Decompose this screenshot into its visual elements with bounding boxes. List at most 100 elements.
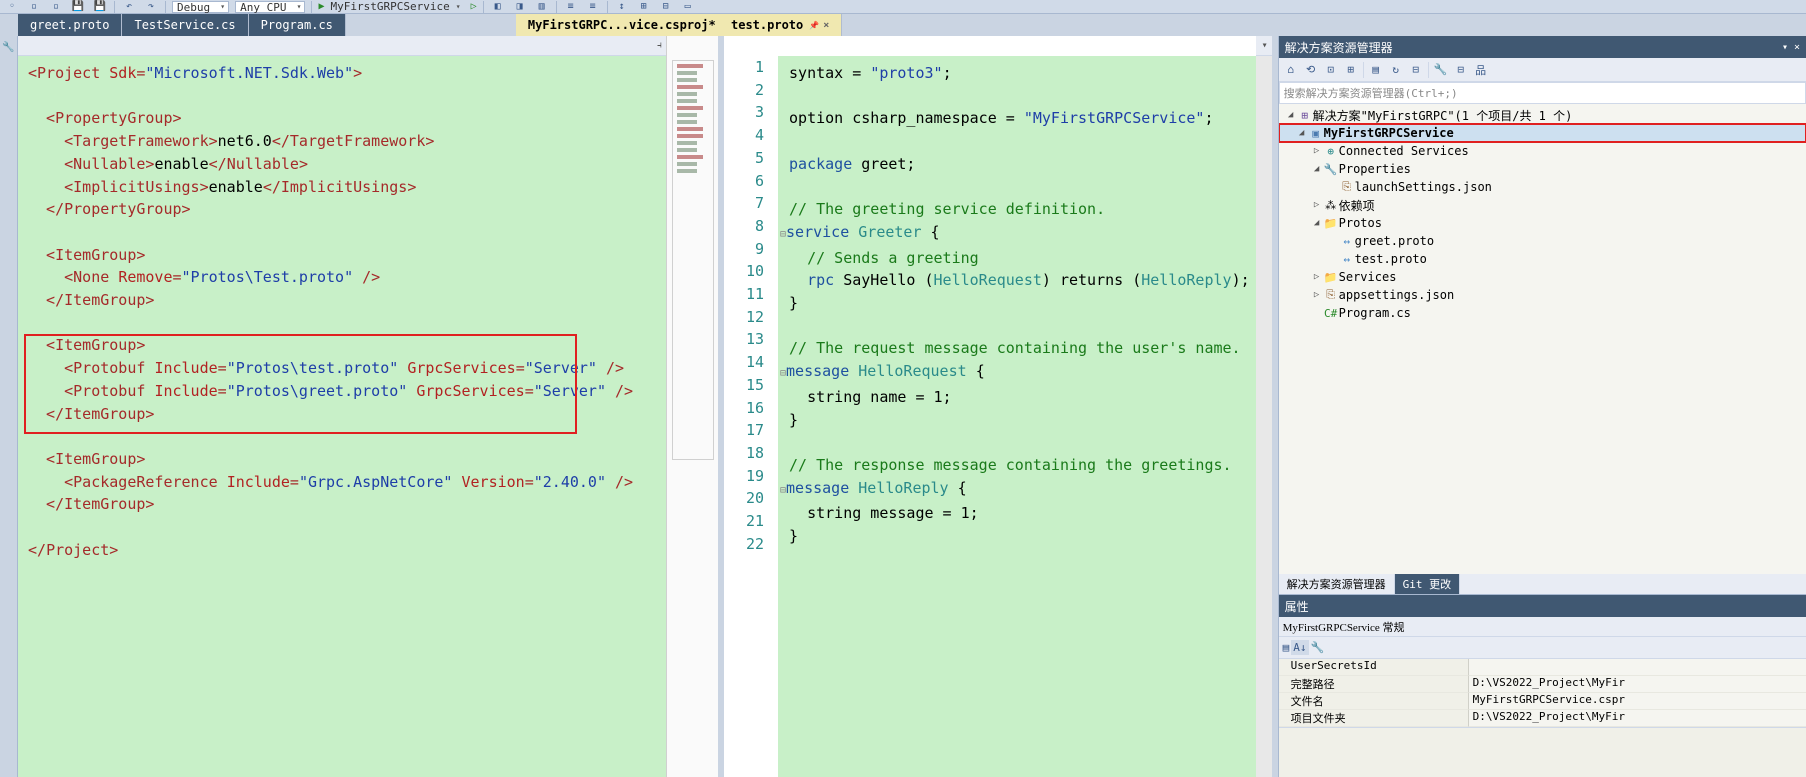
tree-launchsettings[interactable]: ⎘launchSettings.json [1279,178,1806,196]
tab-label: TestService.cs [134,18,235,32]
run-no-debug-icon[interactable]: ▷ [471,1,477,12]
tb-icon-4[interactable]: ▤ [1368,63,1384,76]
tab-git-changes[interactable]: Git 更改 [1395,574,1461,594]
tree-label: Services [1339,270,1397,284]
tree-label: 解决方案"MyFirstGRPC"(1 个项目/共 1 个) [1313,107,1573,124]
tree-label: launchSettings.json [1355,180,1492,194]
startup-project[interactable]: MyFirstGRPCService [331,0,450,13]
overflow-icon[interactable]: ▾ [1262,40,1268,51]
config-dropdown[interactable]: Debug [172,1,229,13]
tb-misc-7[interactable]: ⊞ [636,0,652,14]
solution-toolbar: ⌂ ⟲ ⊡ ⊞ ▤ ↻ ⊟ 🔧 ⊟ 品 [1279,58,1806,82]
tb-misc-9[interactable]: ▭ [680,0,696,14]
tb-misc-1[interactable]: ◧ [490,0,506,14]
platform-dropdown[interactable]: Any CPU [235,1,305,13]
scrollbar-vertical[interactable] [1256,36,1272,777]
save-all-icon[interactable]: 💾 [92,0,108,14]
editor-csproj: ⫞ <Project Sdk="Microsoft.NET.Sdk.Web"> … [18,36,718,777]
properties-description [1279,727,1806,777]
tree-label: appsettings.json [1339,288,1455,302]
undo-icon[interactable]: ↶ [121,0,137,14]
panel-title: 解决方案资源管理器 [1285,39,1393,56]
tree-label: Program.cs [1339,306,1411,320]
categorize-icon[interactable]: ▤ [1283,641,1290,654]
tb-icon-2[interactable]: ⊡ [1323,63,1339,76]
alpha-icon[interactable]: A↓ [1291,640,1308,655]
minimap[interactable] [666,36,718,777]
tree-solution[interactable]: ◢⊞解决方案"MyFirstGRPC"(1 个项目/共 1 个) [1279,106,1806,124]
minimap-inner [672,60,714,460]
wrench-icon[interactable]: 🔧 [1311,641,1325,654]
tree-label: greet.proto [1355,234,1434,248]
collapse-icon[interactable]: ⊟ [1453,63,1469,76]
properties-title: 属性 [1279,595,1806,617]
tree-label: MyFirstGRPCService [1324,126,1454,140]
tb-misc-5[interactable]: ≡ [585,0,601,14]
close-icon[interactable]: × [823,20,829,31]
tree-test-proto[interactable]: ↔test.proto [1279,250,1806,268]
redo-icon[interactable]: ↷ [143,0,159,14]
tree-connected[interactable]: ▷⊕Connected Services [1279,142,1806,160]
tb-misc-2[interactable]: ◨ [512,0,528,14]
tb-icon-3[interactable]: ⊞ [1343,63,1359,76]
open-icon[interactable]: ▫ [48,0,64,14]
refresh-icon[interactable]: ↻ [1388,63,1404,76]
solution-title-bar: 解决方案资源管理器 ▾ × [1279,36,1806,58]
tab-greet-proto[interactable]: greet.proto [18,14,122,36]
tree-appsettings[interactable]: ▷⎘appsettings.json [1279,286,1806,304]
solution-search[interactable]: 搜索解决方案资源管理器(Ctrl+;) [1279,82,1806,104]
tree-protos[interactable]: ◢📁Protos [1279,214,1806,232]
tree-properties[interactable]: ◢🔧Properties [1279,160,1806,178]
editor-test-proto: ▾ 12345678910111213141516171819202122 sy… [724,36,1272,777]
code-pane-left[interactable]: ⫞ <Project Sdk="Microsoft.NET.Sdk.Web"> … [18,36,666,777]
tree-label: 依赖项 [1339,197,1375,214]
tree-icon[interactable]: 品 [1473,62,1489,78]
properties-toolbar: ▤ A↓ 🔧 [1279,637,1806,659]
highlight-box [24,334,577,434]
tab-label: test.proto [731,18,803,32]
solution-tree[interactable]: ◢⊞解决方案"MyFirstGRPC"(1 个项目/共 1 个) ◢▣MyFir… [1279,104,1806,574]
save-icon[interactable]: 💾 [70,0,86,14]
tab-program[interactable]: Program.cs [249,14,346,36]
document-tabs: greet.proto TestService.cs Program.cs My… [0,14,1806,36]
pin-icon[interactable]: 📌 [809,21,819,30]
tb-misc-4[interactable]: ≡ [563,0,579,14]
tab-label: Program.cs [261,18,333,32]
tab-test-proto[interactable]: test.proto 📌 × [719,14,842,36]
left-tool-strip[interactable]: 🔧 [0,36,18,777]
editor-nav-bar: ⫞ [18,36,666,56]
tab-solution-explorer[interactable]: 解决方案资源管理器 [1279,574,1395,594]
properties-object[interactable]: MyFirstGRPCService 常规 [1279,617,1806,637]
tree-services[interactable]: ▷📁Services [1279,268,1806,286]
properties-grid[interactable]: UserSecretsId完整路径D:\VS2022_Project\MyFir… [1279,659,1806,727]
line-gutter: 12345678910111213141516171819202122 [724,36,778,777]
split-icon[interactable]: ⫞ [657,40,662,51]
sync-icon[interactable]: ⟲ [1303,63,1319,76]
run-icon[interactable]: ▶ [318,1,324,12]
tree-label: Connected Services [1339,144,1469,158]
main-toolbar: ◦ ▫ ▫ 💾 💾 ↶ ↷ Debug Any CPU ▶ MyFirstGRP… [0,0,1806,14]
tree-greet-proto[interactable]: ↔greet.proto [1279,232,1806,250]
nav-back-icon[interactable]: ◦ [4,0,20,14]
tree-program[interactable]: C#Program.cs [1279,304,1806,322]
tb-misc-3[interactable]: ▥ [534,0,550,14]
tree-label: test.proto [1355,252,1427,266]
search-placeholder: 搜索解决方案资源管理器(Ctrl+;) [1284,85,1458,101]
tab-testservice[interactable]: TestService.cs [122,14,248,36]
properties-icon[interactable]: 🔧 [1433,63,1449,76]
main-content: 🔧 ⫞ <Project Sdk="Microsoft.NET.Sdk.Web"… [0,36,1806,777]
tb-misc-8[interactable]: ⊟ [658,0,674,14]
toolbox-icon[interactable]: 🔧 [3,40,14,52]
show-all-icon[interactable]: ⊟ [1408,63,1424,76]
solution-explorer: 解决方案资源管理器 ▾ × ⌂ ⟲ ⊡ ⊞ ▤ ↻ ⊟ 🔧 ⊟ 品 搜索解决方案… [1278,36,1806,777]
tab-label: MyFirstGRPC...vice.csproj* [528,18,716,32]
panel-title: 属性 [1285,598,1309,615]
tree-deps[interactable]: ▷⁂依赖项 [1279,196,1806,214]
home-icon[interactable]: ⌂ [1283,63,1299,76]
new-icon[interactable]: ▫ [26,0,42,14]
code-pane-right[interactable]: syntax = "proto3"; option csharp_namespa… [778,36,1256,777]
tb-misc-6[interactable]: ↕ [614,0,630,14]
tree-project[interactable]: ◢▣MyFirstGRPCService [1279,124,1806,142]
panel-controls[interactable]: ▾ × [1782,42,1800,53]
solution-bottom-tabs: 解决方案资源管理器 Git 更改 [1279,574,1806,594]
